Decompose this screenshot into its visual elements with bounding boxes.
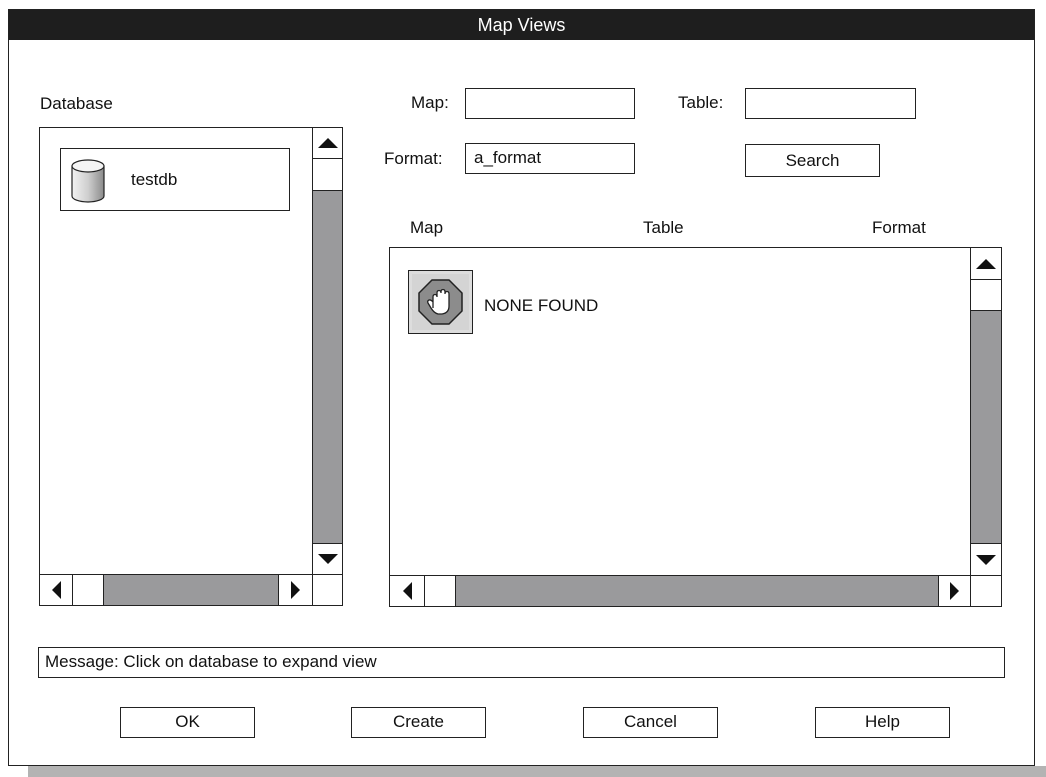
column-header-format[interactable]: Format xyxy=(872,218,926,238)
format-label: Format: xyxy=(384,149,443,168)
results-scroll-left-button[interactable] xyxy=(389,575,425,607)
map-input[interactable] xyxy=(465,88,635,119)
results-hscroll-thumb[interactable] xyxy=(424,575,456,607)
arrow-left-icon xyxy=(51,581,61,599)
results-scroll-up-button[interactable] xyxy=(970,247,1002,280)
none-found-text: NONE FOUND xyxy=(484,296,599,315)
database-cylinder-icon xyxy=(71,159,105,203)
message-bar: Message: Click on database to expand vie… xyxy=(38,647,1005,678)
database-scroll-right-button[interactable] xyxy=(278,574,313,606)
column-header-map[interactable]: Map xyxy=(410,218,443,238)
database-item-label: testdb xyxy=(131,170,178,189)
format-input[interactable]: a_format xyxy=(465,143,635,174)
database-scroll-corner xyxy=(312,574,343,606)
arrow-right-icon xyxy=(950,582,959,600)
database-hscroll-thumb[interactable] xyxy=(72,574,104,606)
column-header-table[interactable]: Table xyxy=(643,218,684,238)
search-button[interactable]: Search xyxy=(745,144,880,177)
database-item-testdb[interactable]: testdb xyxy=(60,148,290,211)
database-vscroll-thumb[interactable] xyxy=(312,158,343,191)
arrow-right-icon xyxy=(291,581,300,599)
results-scroll-corner xyxy=(970,575,1002,607)
results-scroll-down-button[interactable] xyxy=(970,543,1002,576)
help-button[interactable]: Help xyxy=(815,707,950,738)
window-shadow xyxy=(28,766,1046,777)
results-list[interactable] xyxy=(389,247,971,576)
table-label: Table: xyxy=(678,93,724,112)
database-scroll-left-button[interactable] xyxy=(39,574,73,606)
arrow-up-icon xyxy=(976,258,996,269)
arrow-up-icon xyxy=(317,138,338,148)
window-title[interactable]: Map Views xyxy=(9,10,1034,40)
ok-button[interactable]: OK xyxy=(120,707,255,738)
arrow-down-icon xyxy=(976,554,996,565)
results-scroll-right-button[interactable] xyxy=(938,575,971,607)
database-scroll-down-button[interactable] xyxy=(312,543,343,575)
table-input[interactable] xyxy=(745,88,916,119)
cancel-button[interactable]: Cancel xyxy=(583,707,718,738)
arrow-down-icon xyxy=(317,554,338,564)
stop-hand-icon xyxy=(408,270,473,334)
results-hscroll-track[interactable] xyxy=(389,575,971,607)
database-vscroll-track[interactable] xyxy=(312,127,343,575)
arrow-left-icon xyxy=(402,582,412,600)
create-button[interactable]: Create xyxy=(351,707,486,738)
database-label: Database xyxy=(40,94,113,113)
results-vscroll-thumb[interactable] xyxy=(970,279,1002,311)
database-scroll-up-button[interactable] xyxy=(312,127,343,159)
map-label: Map: xyxy=(411,93,449,112)
